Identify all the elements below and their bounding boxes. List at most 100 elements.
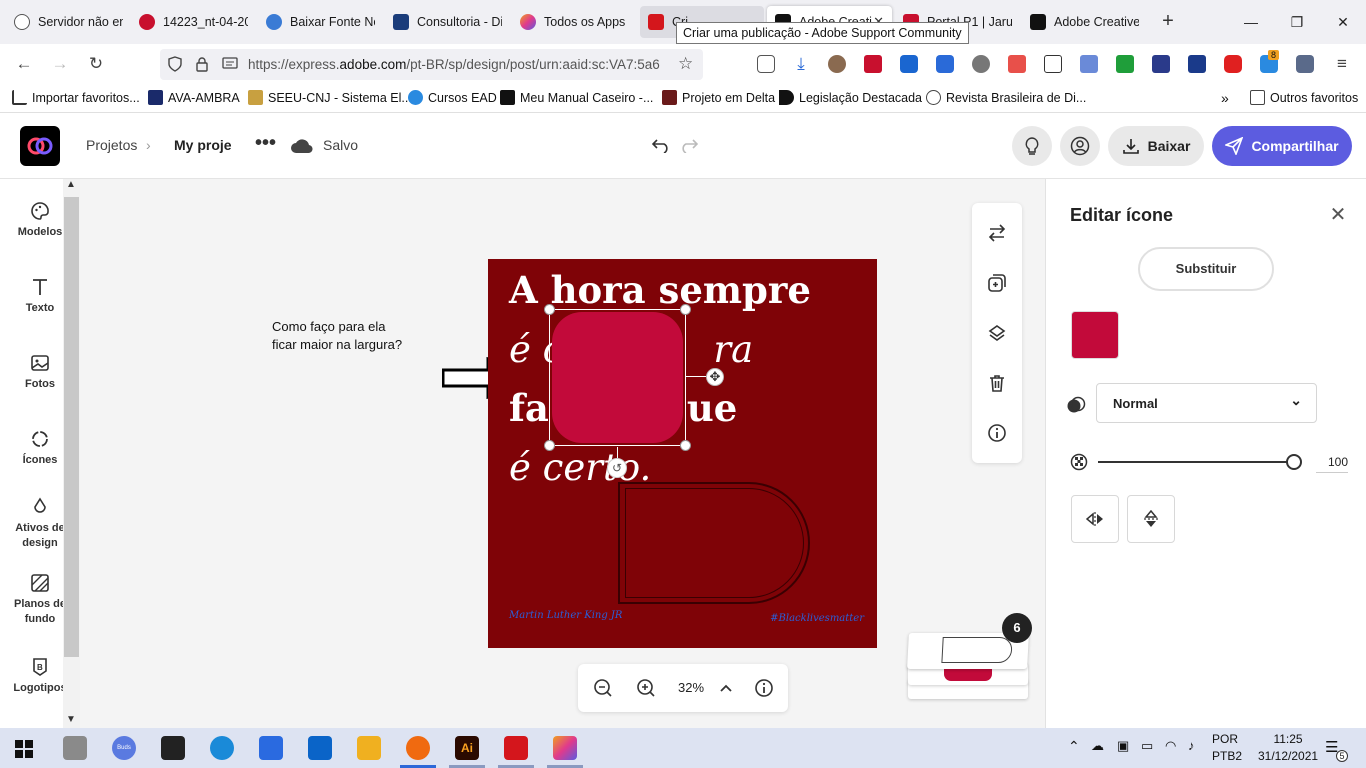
flip-vertical-button[interactable] [1127,495,1175,543]
scroll-up-icon[interactable]: ▲ [66,179,76,190]
browser-tab[interactable]: Todos os Apps | [512,6,637,38]
browser-tab[interactable]: Consultoria - Di [385,6,510,38]
zoom-in-icon[interactable] [636,678,656,698]
bookmark-item[interactable]: Projeto em Delta [662,90,775,105]
replace-button[interactable]: Substituir [1138,247,1274,291]
bookmark-item[interactable]: Meu Manual Caseiro -... [500,90,653,105]
back-icon[interactable]: ← [13,53,35,75]
info-icon[interactable] [987,423,1007,443]
vpn-extension-icon[interactable] [900,55,918,73]
pdf-extension-icon[interactable] [864,55,882,73]
file-explorer-icon[interactable] [357,736,381,760]
minimize-icon[interactable]: — [1241,12,1261,32]
scroll-down-icon[interactable]: ▼ [66,714,76,725]
resize-handle[interactable] [544,304,555,315]
layers-icon[interactable] [987,323,1007,343]
password-extension-icon[interactable] [936,55,954,73]
outlook-icon[interactable] [308,736,332,760]
swap-icon[interactable] [987,223,1007,243]
m-extension-icon[interactable] [1008,55,1026,73]
show-hidden-icons[interactable]: ⌃ [1068,738,1080,755]
bookmark-item[interactable]: AVA-AMBRA [148,90,240,105]
language-indicator[interactable]: POR PTB2 [1212,732,1242,763]
opacity-value[interactable]: 100 [1316,455,1348,473]
youtube-extension-icon[interactable] [1224,55,1242,73]
menu-icon[interactable]: ≡ [1331,53,1353,75]
chevron-up-icon[interactable] [716,678,736,698]
lt-extension-icon[interactable] [1044,55,1062,73]
edge-browser-icon[interactable] [210,736,234,760]
shield-icon[interactable] [167,56,183,72]
tabs-extension-icon[interactable] [1080,55,1098,73]
bookmark-item[interactable]: SEEU-CNJ - Sistema El... [248,90,412,105]
selected-icon-element[interactable] [544,304,691,451]
resize-handle[interactable] [544,440,555,451]
browser-tab[interactable]: Adobe Creative [1022,6,1147,38]
opacity-slider-track[interactable] [1098,461,1295,463]
page-count-badge[interactable]: 6 [1002,613,1032,643]
creative-cloud-taskbar-icon[interactable] [553,736,577,760]
more-options-icon[interactable]: ••• [255,132,276,155]
profile-extension-icon[interactable] [828,55,846,73]
more-bookmarks-icon[interactable]: » [1221,90,1229,106]
page-info-icon[interactable] [222,57,238,71]
wifi-icon[interactable]: ◠ [1165,738,1176,754]
breadcrumb-projects[interactable]: Projetos [86,137,137,153]
pocket-icon[interactable] [757,55,775,73]
browser-tab[interactable]: Baixar Fonte Ne [258,6,383,38]
flip-horizontal-button[interactable] [1071,495,1119,543]
blend-mode-select[interactable]: Normal ⌄ [1096,383,1317,423]
author-text[interactable]: Martin Luther King JR [509,610,622,621]
buds-app-icon[interactable]: Buds [112,736,136,760]
store-icon[interactable] [259,736,283,760]
battery-icon[interactable]: ▭ [1141,738,1153,754]
task-view-icon[interactable] [63,736,87,760]
invite-button[interactable] [1060,126,1100,166]
zoom-level[interactable]: 32% [678,680,704,695]
illustrator-icon[interactable]: Ai [455,736,479,760]
sticky-notes-icon[interactable] [161,736,185,760]
firefox-icon[interactable] [406,736,430,760]
duplicate-icon[interactable] [987,273,1007,293]
clock[interactable]: 11:25 31/12/2021 [1258,732,1318,763]
opacity-slider-knob[interactable] [1286,454,1302,470]
d-shape-element[interactable] [618,482,810,604]
tips-button[interactable] [1012,126,1052,166]
bitwarden-icon[interactable] [1152,55,1170,73]
redo-icon[interactable] [680,137,698,153]
bookmark-item[interactable]: Legislação Destacada [779,90,922,105]
undo-icon[interactable] [652,137,670,153]
bookmark-star-icon[interactable]: ☆ [678,54,693,74]
download-icon[interactable]: ⤓ [792,55,810,73]
rail-scrollbar[interactable]: ▲ ▼ [63,179,80,728]
rail-scroll-thumb[interactable] [64,197,79,657]
browser-tab[interactable]: 14223_nt-04-20 [131,6,256,38]
close-icon[interactable]: ✕ [1328,205,1348,225]
settings-extension-icon[interactable] [1296,55,1314,73]
restore-icon[interactable]: ❐ [1287,12,1307,32]
info-icon[interactable] [754,678,774,698]
bookmark-item[interactable]: Revista Brasileira de Di... [926,90,1086,105]
idea-extension-icon[interactable] [972,55,990,73]
download-button[interactable]: Baixar [1108,126,1204,166]
share-button[interactable]: Compartilhar [1212,126,1352,166]
new-tab-button[interactable]: + [1157,11,1179,33]
onedrive-icon[interactable]: ☁ [1091,738,1104,754]
hashtag-text[interactable]: #Blacklivesmatter [770,613,864,624]
reload-icon[interactable]: ↻ [85,53,107,75]
creative-cloud-logo[interactable] [20,126,60,166]
lock-icon[interactable] [195,56,209,72]
move-handle-icon[interactable]: ✥ [706,368,724,386]
volume-icon[interactable]: ♪ [1188,738,1195,753]
canvas-area[interactable]: Como faço para ela ficar maior na largur… [80,179,1045,728]
check-extension-icon[interactable] [1116,55,1134,73]
trash-icon[interactable] [987,373,1007,393]
browser-tab[interactable]: Servidor não en [6,6,131,38]
forward-icon[interactable]: → [49,53,71,75]
resize-handle[interactable] [680,304,691,315]
device-icon[interactable]: ▣ [1117,738,1129,754]
zoom-out-icon[interactable] [593,678,613,698]
bookmark-folder[interactable]: Outros favoritos [1250,90,1358,105]
project-name[interactable]: My proje [174,137,232,153]
bookmark-item[interactable]: Cursos EAD [408,90,497,105]
